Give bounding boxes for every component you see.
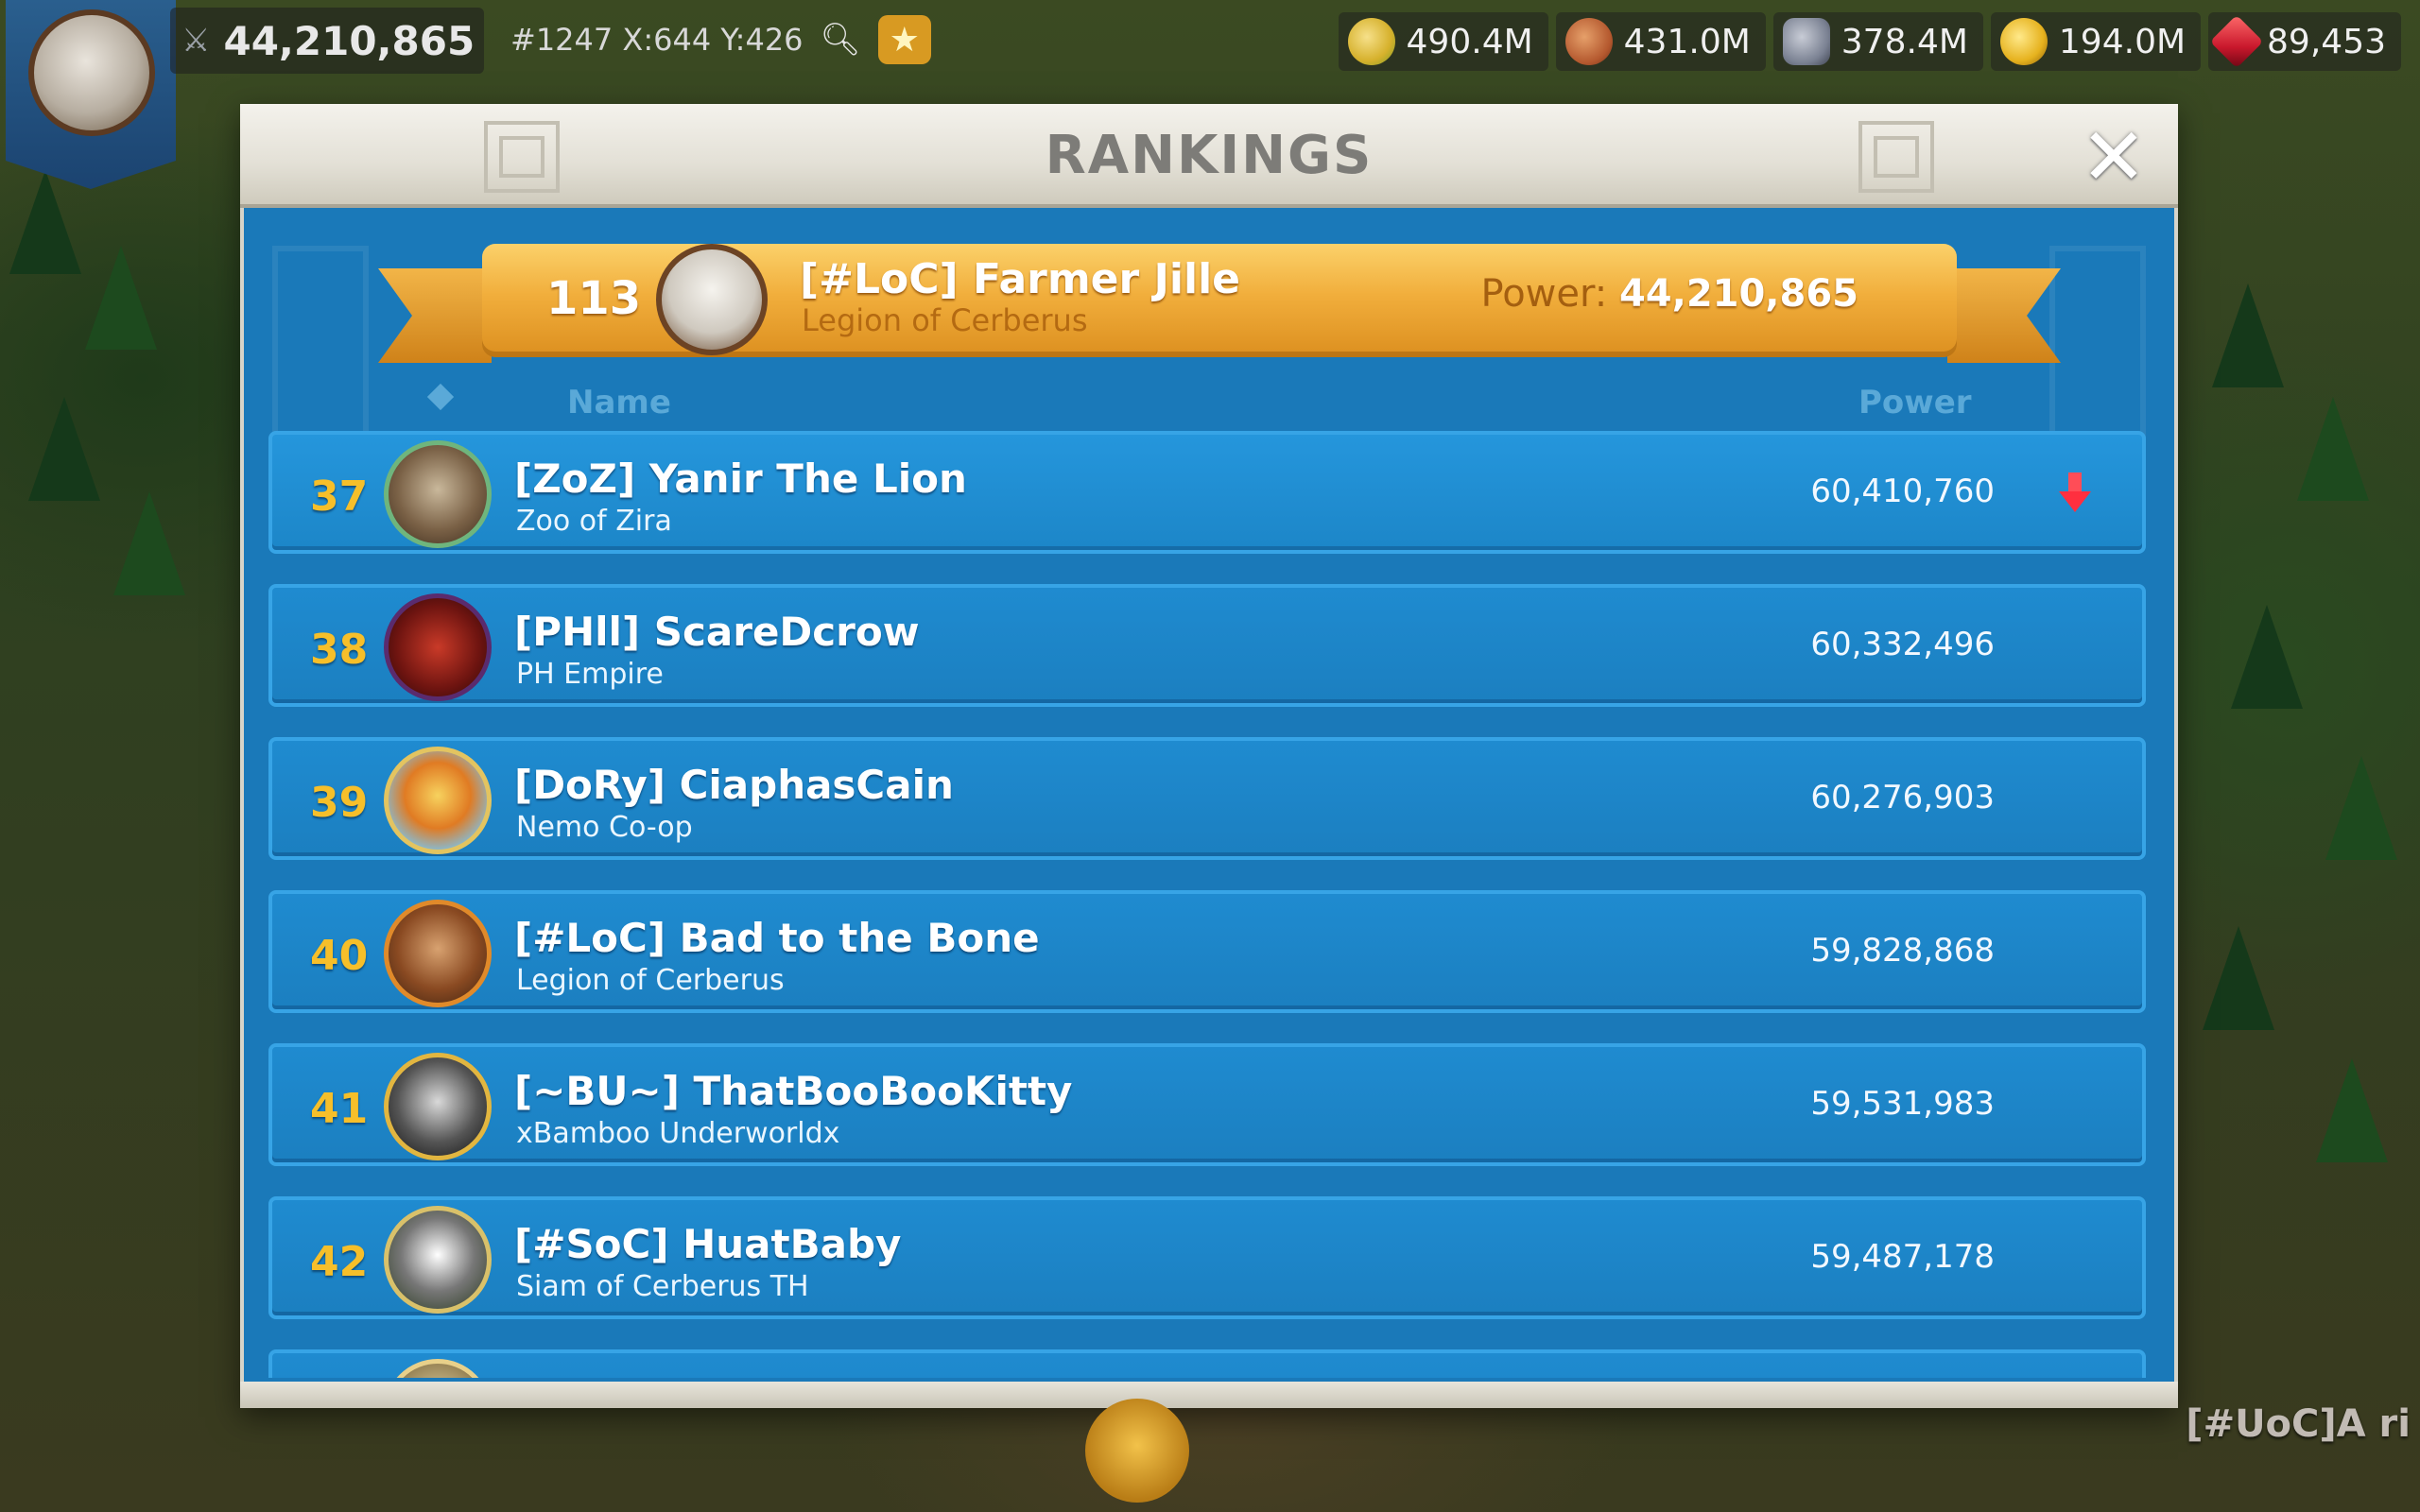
row-player-name: [ZoZ] Yanir The Lion [514, 455, 967, 502]
wood-log-icon [1564, 18, 1613, 65]
resource-bar: 490.4M 431.0M 378.4M 194.0M 89,453 [1338, 6, 2420, 77]
row-power: 59,531,983 [1810, 1085, 1995, 1123]
stone-icon [1782, 18, 1830, 65]
row-player-name: [#SoC] HuatBaby [514, 1221, 902, 1267]
resource-food[interactable]: 490.4M [1338, 12, 1548, 71]
close-button[interactable]: ✕ [2078, 117, 2150, 197]
cat-avatar-icon [384, 1053, 492, 1160]
ranking-row[interactable]: 38 [PHll] ScareDcrow PH Empire 60,332,49… [268, 584, 2146, 707]
row-power: 59,828,868 [1810, 932, 1995, 970]
row-rank: 37 [310, 472, 369, 521]
resource-food-value: 490.4M [1406, 22, 1533, 61]
map-location-marker[interactable] [1085, 1399, 1189, 1503]
row-rank: 42 [310, 1238, 369, 1286]
ranking-row[interactable]: 41 [~BU~] ThatBooBooKitty xBamboo Underw… [268, 1043, 2146, 1166]
row-player-name: [#LoC] Bad to the Bone [514, 915, 1040, 961]
pumpkin-avatar-icon [384, 593, 492, 701]
my-alliance-name: Legion of Cerberus [802, 302, 1088, 338]
resource-gold-value: 194.0M [2058, 22, 2187, 61]
my-power: Power: 44,210,865 [1481, 272, 1858, 316]
bearded-man-avatar-icon [384, 900, 492, 1007]
temple-avatar-icon [384, 1359, 492, 1378]
modal-title: RANKINGS [1045, 125, 1374, 186]
gold-coin-icon [1999, 18, 2048, 65]
tree-decoration [85, 246, 157, 350]
row-rank: 41 [310, 1085, 369, 1133]
power-value: 44,210,865 [223, 17, 475, 64]
row-player-name: [DoRy] CiaphasCain [514, 762, 954, 808]
rank-down-arrow-icon [2059, 472, 2091, 512]
row-alliance-name: PH Empire [516, 658, 664, 691]
bookmark-star-icon[interactable]: ★ [877, 15, 931, 64]
tree-decoration [2231, 605, 2303, 709]
tree-decoration [9, 170, 81, 274]
modal-footer [240, 1382, 2178, 1408]
sword-icon: ⚔ [182, 22, 211, 60]
row-power: 60,410,760 [1810, 472, 1995, 510]
tree-decoration [28, 397, 100, 501]
tree-decoration [2212, 284, 2284, 387]
ranking-row[interactable]: 37 [ZoZ] Yanir The Lion Zoo of Zira 60,4… [268, 431, 2146, 554]
tree-decoration [113, 491, 185, 595]
row-power: 60,276,903 [1810, 779, 1995, 816]
row-alliance-name: Legion of Cerberus [516, 964, 785, 997]
ranking-row[interactable]: 39 [DoRy] CiaphasCain Nemo Co-op 60,276,… [268, 737, 2146, 860]
row-power: 60,332,496 [1810, 626, 1995, 663]
map-player-label[interactable]: [#UoC]A ri [2186, 1402, 2411, 1446]
lion-avatar-icon [384, 440, 492, 548]
player-avatar[interactable] [28, 9, 155, 136]
tree-decoration [2297, 397, 2369, 501]
tree-decoration [2316, 1058, 2388, 1162]
ranking-row-partial[interactable] [268, 1349, 2146, 1378]
row-rank: 38 [310, 626, 369, 674]
row-power: 59,487,178 [1810, 1238, 1995, 1276]
row-alliance-name: Zoo of Zira [516, 505, 672, 538]
resource-stone-value: 378.4M [1841, 22, 1968, 61]
tree-decoration [2203, 926, 2274, 1030]
row-player-name: [~BU~] ThatBooBooKitty [514, 1068, 1073, 1114]
resource-gems-value: 89,453 [2267, 22, 2386, 61]
search-icon[interactable]: 🔍︎ [821, 21, 861, 59]
my-player-name: [#LoC] Farmer Jille [800, 255, 1240, 303]
row-alliance-name: Siam of Cerberus TH [516, 1270, 809, 1303]
rankings-list[interactable]: 37 [ZoZ] Yanir The Lion Zoo of Zira 60,4… [268, 431, 2146, 1378]
resource-gems[interactable]: 89,453 [2208, 12, 2401, 71]
tree-decoration [2325, 756, 2397, 860]
column-header-power[interactable]: Power [1858, 384, 1972, 421]
row-alliance-name: Nemo Co-op [516, 811, 693, 844]
corn-icon [1347, 18, 1395, 65]
resource-stone[interactable]: 378.4M [1772, 12, 1983, 71]
my-avatar [656, 244, 768, 355]
resource-gold[interactable]: 194.0M [1990, 12, 2202, 71]
my-power-label: Power: [1480, 272, 1608, 316]
my-rank-ribbon[interactable]: 113 [#LoC] Farmer Jille Legion of Cerber… [482, 244, 1957, 357]
column-header-name[interactable]: Name [567, 384, 671, 421]
row-rank: 40 [310, 932, 369, 980]
ranking-row[interactable]: 40 [#LoC] Bad to the Bone Legion of Cerb… [268, 890, 2146, 1013]
ranking-row[interactable]: 42 [#SoC] HuatBaby Siam of Cerberus TH 5… [268, 1196, 2146, 1319]
row-player-name: [PHll] ScareDcrow [514, 609, 920, 655]
gem-icon [2209, 14, 2264, 69]
row-rank: 39 [310, 779, 369, 827]
coordinates-text: #1247 X:644 Y:426 [510, 22, 804, 58]
row-alliance-name: xBamboo Underworldx [516, 1117, 840, 1150]
modal-header: RANKINGS ✕ [240, 104, 2178, 208]
panda-avatar-icon [384, 1206, 492, 1314]
coordinates-bar[interactable]: #1247 X:644 Y:426 🔍︎ ★ [510, 15, 931, 64]
resource-wood[interactable]: 431.0M [1555, 12, 1766, 71]
my-rank-number: 113 [546, 272, 642, 325]
winged-avatar-icon [384, 747, 492, 854]
my-power-value: 44,210,865 [1618, 272, 1858, 316]
power-display: ⚔ 44,210,865 [170, 8, 484, 74]
resource-wood-value: 431.0M [1623, 22, 1751, 61]
